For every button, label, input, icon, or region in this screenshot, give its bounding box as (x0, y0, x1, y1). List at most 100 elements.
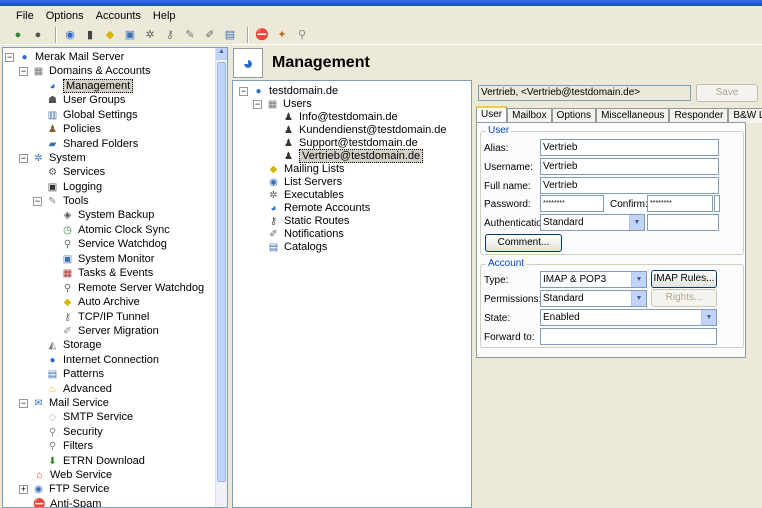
tree-node-system-monitor[interactable]: ▣ System Monitor (61, 252, 155, 266)
tree-node-domains-accounts[interactable]: − ▦ Domains & Accounts (19, 64, 151, 78)
server-icon[interactable]: ◉ (62, 27, 78, 43)
save-button[interactable]: Save (696, 84, 758, 102)
forward-field[interactable] (540, 328, 717, 345)
lock-icon[interactable]: ▮ (82, 27, 98, 43)
tree-node-root[interactable]: − ● Merak Mail Server (5, 50, 124, 64)
tree-node-etrn-download[interactable]: ⬇ ETRN Download (46, 454, 145, 468)
gear-icon[interactable]: ✲ (142, 27, 158, 43)
authentication-select[interactable]: Standard ▼ (540, 214, 645, 231)
book-icon[interactable]: ▤ (222, 27, 238, 43)
tree-node-domain[interactable]: − ● testdomain.de (239, 84, 338, 98)
expand-icon[interactable]: + (19, 484, 28, 494)
tree-node-ftp-service[interactable]: + ◉ FTP Service (19, 482, 109, 496)
tree-node-remote-server-watchdog[interactable]: ⚲ Remote Server Watchdog (61, 281, 204, 295)
run-icon[interactable]: ✦ (274, 27, 290, 43)
tab-miscellaneous[interactable]: Miscellaneous (596, 108, 670, 123)
tree-node-shared-folders[interactable]: ▰ Shared Folders (46, 137, 139, 151)
tree-node-web-service[interactable]: ⌂ Web Service (33, 468, 112, 482)
chevron-down-icon[interactable]: ▼ (701, 310, 716, 325)
tree-node-system[interactable]: − ✲ System (19, 151, 86, 165)
scrollbar-thumb[interactable] (217, 62, 226, 482)
menu-accounts[interactable]: Accounts (90, 10, 147, 22)
tree-node-atomic-clock-sync[interactable]: ◷ Atomic Clock Sync (61, 223, 170, 237)
monitor-icon[interactable]: ▣ (122, 27, 138, 43)
tree-node-user-selected[interactable]: ♟ Vertrieb@testdomain.de (282, 149, 424, 163)
confirm-field[interactable]: ******** (647, 195, 713, 212)
chevron-down-icon[interactable]: ▼ (629, 215, 644, 230)
tree-node-tasks-events[interactable]: ▦ Tasks & Events (61, 266, 153, 280)
tree-node-advanced[interactable]: ♨ Advanced (46, 382, 112, 396)
tree-node-policies[interactable]: ♟ Policies (46, 122, 101, 136)
collapse-icon[interactable]: − (5, 52, 14, 62)
tree-node-user[interactable]: ♟ Kundendienst@testdomain.de (282, 123, 447, 137)
menu-help[interactable]: Help (147, 10, 182, 22)
tree-node-management[interactable]: ◕ Management (46, 79, 134, 93)
chevron-down-icon[interactable]: ▼ (631, 291, 646, 306)
tree-node-user[interactable]: ♟ Info@testdomain.de (282, 110, 398, 124)
rights-button[interactable]: Rights... (651, 289, 717, 307)
menu-file[interactable]: File (10, 10, 40, 22)
tree-node-notifications[interactable]: ✐ Notifications (267, 227, 344, 241)
tree-node-global-settings[interactable]: ▥ Global Settings (46, 108, 138, 122)
tree-node-user-groups[interactable]: ☗ User Groups (46, 93, 125, 107)
tree-node-tcpip-tunnel[interactable]: ⚷ TCP/IP Tunnel (61, 310, 150, 324)
password-generate-button[interactable] (714, 195, 720, 212)
alias-field[interactable]: Vertrieb (540, 139, 719, 156)
pencil-icon[interactable]: ✐ (202, 27, 218, 43)
magnifier-icon[interactable]: ⚲ (294, 27, 310, 43)
tree-node-list-servers[interactable]: ◉ List Servers (267, 175, 342, 189)
state-select[interactable]: Enabled ▼ (540, 309, 717, 326)
tree-node-logging[interactable]: ▣ Logging (46, 180, 102, 194)
collapse-icon[interactable]: − (19, 398, 28, 408)
tree-node-filters[interactable]: ⚲ Filters (46, 439, 93, 453)
collapse-icon[interactable]: − (239, 86, 248, 96)
password-field[interactable]: ******** (540, 195, 604, 212)
tree-node-storage[interactable]: ◭ Storage (46, 338, 102, 352)
tree-node-tools[interactable]: − ✎ Tools (33, 194, 89, 208)
tree-node-auto-archive[interactable]: ◆ Auto Archive (61, 295, 140, 309)
username-field[interactable]: Vertrieb (540, 158, 719, 175)
tree-node-smtp-service[interactable]: ◇ SMTP Service (46, 410, 133, 424)
tab-responder[interactable]: Responder (669, 108, 729, 123)
tab-bw-list[interactable]: B&W List (728, 108, 762, 123)
tree-node-user[interactable]: ♟ Support@testdomain.de (282, 136, 418, 150)
stop-icon[interactable]: ⛔ (254, 27, 270, 43)
type-select[interactable]: IMAP & POP3 ▼ (540, 271, 647, 288)
tools-icon[interactable]: ✎ (182, 27, 198, 43)
fullname-field[interactable]: Vertrieb (540, 177, 719, 194)
tab-mailbox[interactable]: Mailbox (507, 108, 552, 123)
tree-node-server-migration[interactable]: ✐ Server Migration (61, 324, 158, 338)
globe-dark-icon[interactable]: ● (30, 27, 46, 43)
tree-node-catalogs[interactable]: ▤ Catalogs (267, 240, 328, 254)
tree-node-anti-spam[interactable]: ⛔ Anti-Spam (33, 497, 101, 507)
tab-user[interactable]: User (476, 106, 508, 123)
tree-node-executables[interactable]: ✲ Executables (267, 188, 344, 202)
comment-button[interactable]: Comment... (485, 234, 562, 252)
authentication-extra-field[interactable] (647, 214, 719, 231)
tree-node-security[interactable]: ⚲ Security (46, 425, 103, 439)
tree-node-static-routes[interactable]: ⚷ Static Routes (267, 214, 350, 228)
globe-icon[interactable]: ● (10, 27, 26, 43)
tree-scrollbar[interactable]: ▲ (215, 48, 227, 507)
scroll-up-icon[interactable]: ▲ (216, 48, 227, 60)
tree-node-service-watchdog[interactable]: ⚲ Service Watchdog (61, 237, 167, 251)
permissions-select[interactable]: Standard ▼ (540, 290, 647, 307)
tree-node-system-backup[interactable]: ◈ System Backup (61, 208, 155, 222)
collapse-icon[interactable]: − (19, 66, 28, 76)
imap-rules-button[interactable]: IMAP Rules... (651, 270, 717, 288)
key-icon[interactable]: ⚷ (162, 27, 178, 43)
tree-node-services[interactable]: ⚙ Services (46, 165, 105, 179)
tree-node-patterns[interactable]: ▤ Patterns (46, 367, 104, 381)
tab-options[interactable]: Options (551, 108, 597, 123)
diamond-icon[interactable]: ◆ (102, 27, 118, 43)
tree-node-users[interactable]: − ▦ Users (253, 97, 312, 111)
tree-node-mailing-lists[interactable]: ◆ Mailing Lists (267, 162, 345, 176)
collapse-icon[interactable]: − (19, 153, 28, 163)
chevron-down-icon[interactable]: ▼ (631, 272, 646, 287)
tree-node-remote-accounts[interactable]: ◕ Remote Accounts (267, 201, 370, 215)
collapse-icon[interactable]: − (33, 196, 42, 206)
menu-options[interactable]: Options (40, 10, 90, 22)
tree-node-internet-connection[interactable]: ● Internet Connection (46, 353, 159, 367)
tree-node-mail-service[interactable]: − ✉ Mail Service (19, 396, 109, 410)
collapse-icon[interactable]: − (253, 99, 262, 109)
